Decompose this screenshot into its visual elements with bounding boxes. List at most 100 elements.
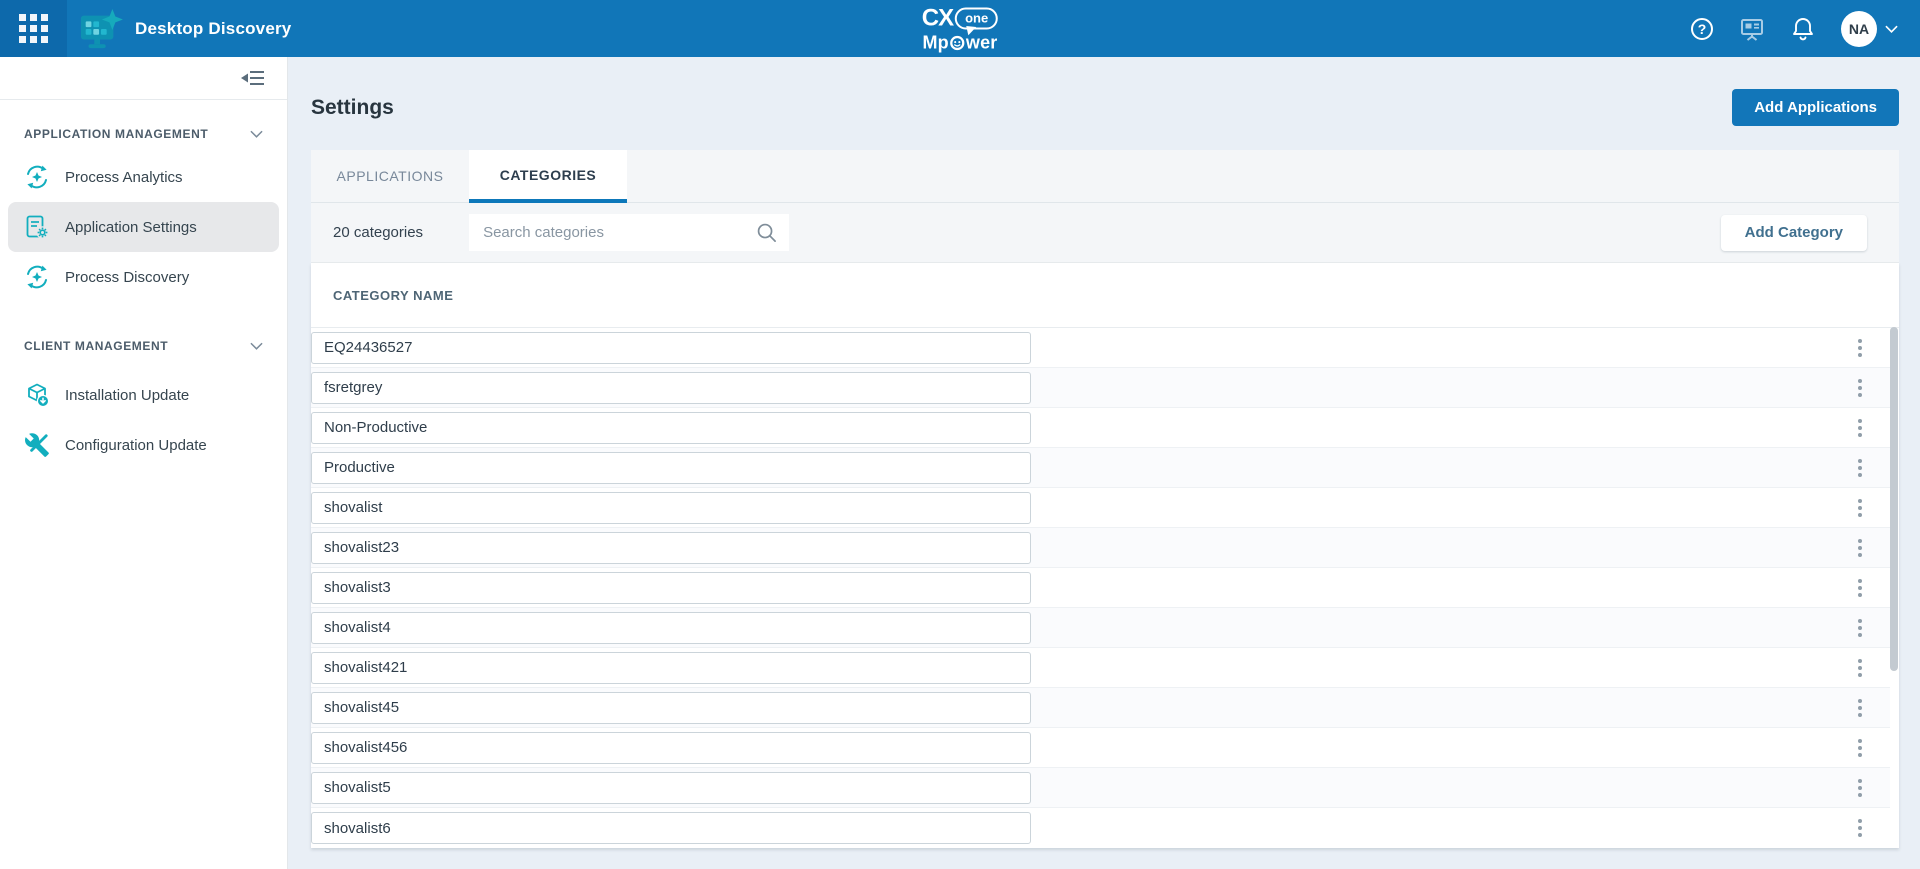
category-name-input[interactable] [311, 492, 1031, 524]
sidebar-item-label: Process Analytics [65, 169, 183, 186]
installation-update-icon [24, 382, 50, 408]
kebab-icon [1858, 419, 1862, 423]
category-name-input[interactable] [311, 412, 1031, 444]
app-brand: Desktop Discovery [77, 8, 291, 50]
app-grid-icon [19, 14, 48, 43]
category-row [311, 648, 1890, 688]
presentation-board-icon [1739, 16, 1765, 42]
kebab-icon [1858, 339, 1862, 343]
section-client-management: CLIENT MANAGEMENT Installation [0, 302, 287, 470]
row-menu-button[interactable] [1849, 735, 1871, 761]
section-header-application-management[interactable]: APPLICATION MANAGEMENT [0, 116, 287, 152]
category-row [311, 448, 1890, 488]
category-row [311, 608, 1890, 648]
column-header-category-name: CATEGORY NAME [333, 288, 453, 303]
category-row [311, 408, 1890, 448]
logo-mpower-pre: Mp [922, 33, 948, 51]
category-name-input[interactable] [311, 732, 1031, 764]
category-name-input[interactable] [311, 612, 1031, 644]
user-menu[interactable]: NA [1841, 11, 1898, 47]
page-title: Settings [311, 96, 394, 120]
sidebar-item-installation-update[interactable]: Installation Update [0, 370, 287, 420]
kebab-icon [1858, 459, 1862, 463]
chevron-down-icon [250, 342, 263, 350]
section-label: CLIENT MANAGEMENT [24, 339, 168, 353]
row-menu-button[interactable] [1849, 815, 1871, 841]
tab-applications[interactable]: APPLICATIONS [311, 150, 469, 202]
collapse-sidebar-icon[interactable] [241, 69, 265, 87]
process-analytics-icon [24, 164, 50, 190]
main-content: Settings Add Applications APPLICATIONS C… [288, 57, 1920, 869]
scrollbar-track[interactable] [1890, 327, 1899, 848]
category-row [311, 688, 1890, 728]
category-row [311, 328, 1890, 368]
sidebar-item-label: Configuration Update [65, 437, 207, 454]
row-menu-button[interactable] [1849, 335, 1871, 361]
notifications-button[interactable] [1791, 16, 1815, 42]
sidebar-item-process-discovery[interactable]: Process Discovery [0, 252, 287, 302]
category-name-input[interactable] [311, 532, 1031, 564]
category-count: 20 categories [333, 224, 423, 241]
add-category-button[interactable]: Add Category [1721, 215, 1867, 251]
category-name-input[interactable] [311, 652, 1031, 684]
kebab-icon [1858, 539, 1862, 543]
category-rows [311, 327, 1899, 848]
logo-mpower-post: wer [966, 33, 998, 51]
row-menu-button[interactable] [1849, 775, 1871, 801]
kebab-icon [1858, 699, 1862, 703]
top-bar: Desktop Discovery CX one Mp wer ? [0, 0, 1920, 57]
logo-mpower-text: Mp wer [922, 33, 998, 51]
tabs: APPLICATIONS CATEGORIES [311, 150, 1899, 203]
row-menu-button[interactable] [1849, 535, 1871, 561]
sidebar-item-process-analytics[interactable]: Process Analytics [0, 152, 287, 202]
category-name-input[interactable] [311, 372, 1031, 404]
sidebar-item-label: Process Discovery [65, 269, 189, 286]
category-row [311, 808, 1890, 848]
help-button[interactable]: ? [1691, 18, 1713, 40]
configuration-update-icon [24, 432, 50, 458]
scrollbar-thumb[interactable] [1890, 327, 1898, 671]
help-icon: ? [1691, 18, 1713, 40]
category-name-input[interactable] [311, 452, 1031, 484]
category-row [311, 488, 1890, 528]
add-applications-button[interactable]: Add Applications [1732, 89, 1899, 126]
presentation-button[interactable] [1739, 16, 1765, 42]
search-box [469, 214, 789, 251]
row-menu-button[interactable] [1849, 655, 1871, 681]
kebab-icon [1858, 619, 1862, 623]
smiley-icon [950, 36, 965, 51]
row-menu-button[interactable] [1849, 695, 1871, 721]
row-menu-button[interactable] [1849, 615, 1871, 641]
sidebar-item-label: Installation Update [65, 387, 189, 404]
search-categories-input[interactable] [469, 214, 789, 251]
logo-one-bubble: one [955, 7, 998, 29]
row-menu-button[interactable] [1849, 455, 1871, 481]
kebab-icon [1858, 379, 1862, 383]
category-name-input[interactable] [311, 812, 1031, 844]
sidebar: APPLICATION MANAGEMENT Process Analytics [0, 57, 288, 869]
category-name-input[interactable] [311, 572, 1031, 604]
category-name-input[interactable] [311, 332, 1031, 364]
chevron-down-icon [250, 130, 263, 138]
table-header: CATEGORY NAME [311, 263, 1899, 327]
filter-bar: 20 categories Add Category [311, 203, 1899, 263]
cxone-mpower-logo: CX one Mp wer [922, 6, 998, 51]
row-menu-button[interactable] [1849, 415, 1871, 441]
desktop-discovery-logo-icon [77, 8, 123, 50]
app-launcher-button[interactable] [0, 0, 67, 57]
kebab-icon [1858, 499, 1862, 503]
section-header-client-management[interactable]: CLIENT MANAGEMENT [0, 328, 287, 364]
category-name-input[interactable] [311, 772, 1031, 804]
row-menu-button[interactable] [1849, 575, 1871, 601]
row-menu-button[interactable] [1849, 495, 1871, 521]
category-name-input[interactable] [311, 692, 1031, 724]
sidebar-item-application-settings[interactable]: Application Settings [8, 202, 279, 252]
search-icon[interactable] [756, 222, 777, 243]
section-label: APPLICATION MANAGEMENT [24, 127, 208, 141]
sidebar-item-configuration-update[interactable]: Configuration Update [0, 420, 287, 470]
row-menu-button[interactable] [1849, 375, 1871, 401]
tab-categories[interactable]: CATEGORIES [469, 150, 627, 203]
sidebar-item-label: Application Settings [65, 219, 197, 236]
category-row [311, 528, 1890, 568]
categories-table: CATEGORY NAME [311, 263, 1899, 848]
